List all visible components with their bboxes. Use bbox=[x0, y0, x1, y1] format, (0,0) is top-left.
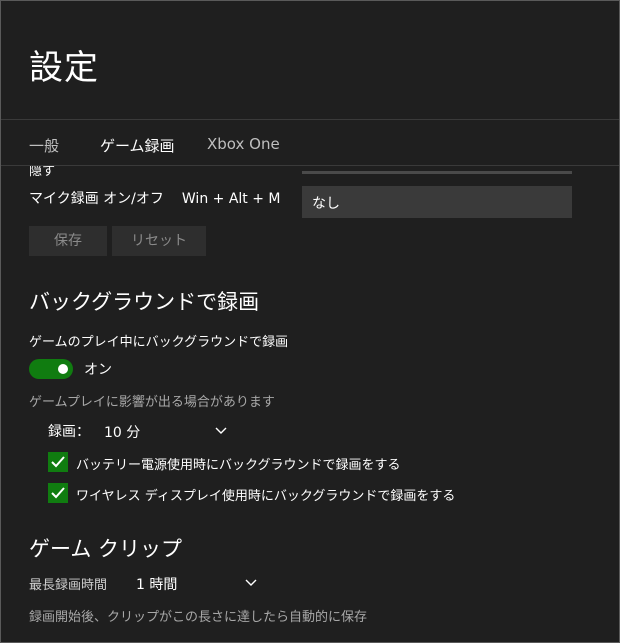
background-recording-heading: バックグラウンドで録画 bbox=[29, 290, 260, 314]
toggle-knob bbox=[58, 364, 68, 374]
shortcut-input-edge bbox=[302, 171, 572, 174]
chevron-down-icon[interactable] bbox=[214, 424, 228, 438]
tab-xbox-one[interactable]: Xbox One bbox=[207, 135, 280, 153]
chevron-down-icon[interactable] bbox=[244, 576, 258, 590]
game-clip-heading: ゲーム クリップ bbox=[29, 537, 183, 561]
reset-button[interactable]: リセット bbox=[112, 226, 206, 256]
mic-toggle-label: マイク録画 オン/オフ bbox=[29, 191, 164, 207]
checkmark-icon bbox=[51, 456, 65, 468]
mic-shortcut-input[interactable]: なし bbox=[302, 186, 572, 218]
max-recording-value[interactable]: 1 時間 bbox=[136, 574, 177, 594]
record-duration-value[interactable]: 10 分 bbox=[104, 422, 140, 442]
tab-general[interactable]: 一般 bbox=[29, 135, 59, 156]
save-button[interactable]: 保存 bbox=[29, 226, 107, 256]
max-recording-label: 最長録画時間 bbox=[29, 578, 108, 593]
cutoff-shortcut-label: 隠す bbox=[29, 166, 56, 179]
background-toggle-label: ゲームのプレイ中にバックグラウンドで録画 bbox=[29, 335, 289, 350]
battery-recording-checkbox[interactable] bbox=[48, 452, 68, 472]
wireless-display-recording-label: ワイヤレス ディスプレイ使用時にバックグラウンドで録画をする bbox=[76, 489, 456, 504]
page-title: 設定 bbox=[29, 48, 99, 88]
background-recording-toggle[interactable] bbox=[29, 359, 73, 379]
clip-autosave-note: 録画開始後、クリップがこの長さに達したら自動的に保存 bbox=[29, 610, 368, 625]
mic-toggle-row: マイク録画 オン/オフ Win + Alt + M bbox=[29, 188, 281, 208]
header: 設定 bbox=[0, 0, 620, 120]
tab-game-recording[interactable]: ゲーム録画 bbox=[100, 135, 175, 156]
performance-warning: ゲームプレイに影響が出る場合があります bbox=[29, 395, 275, 410]
toggle-state-label: オン bbox=[84, 362, 112, 378]
battery-recording-label: バッテリー電源使用時にバックグラウンドで録画をする bbox=[76, 458, 401, 473]
checkmark-icon bbox=[51, 487, 65, 499]
record-duration-label: 録画： bbox=[48, 424, 90, 440]
settings-content: 隠す マイク録画 オン/オフ Win + Alt + M なし 保存 リセット バ… bbox=[0, 166, 620, 643]
tab-bar: 一般 ゲーム録画 Xbox One bbox=[0, 120, 620, 166]
mic-toggle-combo: Win + Alt + M bbox=[181, 191, 281, 207]
wireless-display-recording-checkbox[interactable] bbox=[48, 483, 68, 503]
